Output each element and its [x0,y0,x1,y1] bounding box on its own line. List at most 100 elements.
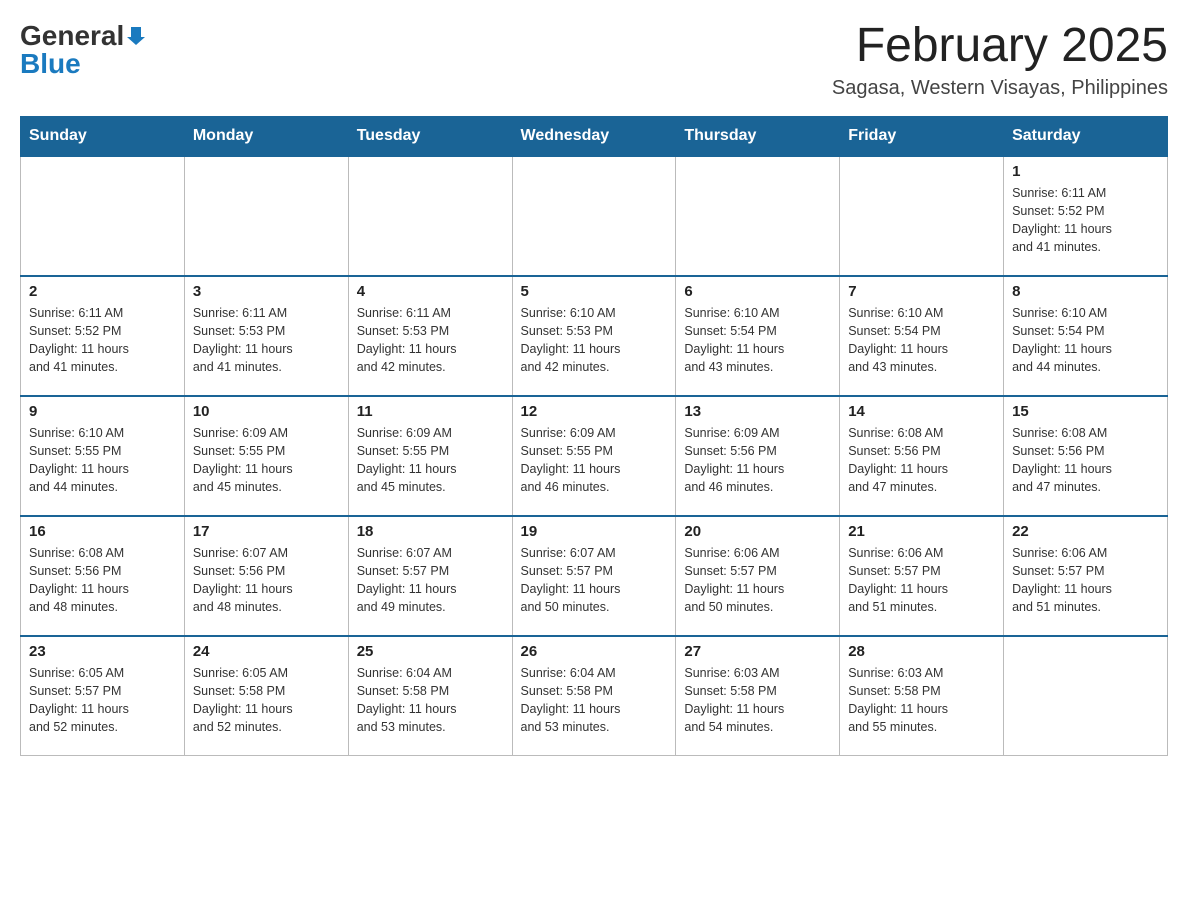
day-info: Sunrise: 6:08 AM Sunset: 5:56 PM Dayligh… [848,424,995,497]
day-number: 19 [521,523,668,540]
day-number: 7 [848,283,995,300]
day-info: Sunrise: 6:05 AM Sunset: 5:58 PM Dayligh… [193,664,340,737]
calendar-cell [1004,636,1168,756]
day-number: 23 [29,643,176,660]
day-info: Sunrise: 6:08 AM Sunset: 5:56 PM Dayligh… [1012,424,1159,497]
day-number: 28 [848,643,995,660]
day-of-week-monday: Monday [184,116,348,156]
day-of-week-saturday: Saturday [1004,116,1168,156]
calendar-cell: 1Sunrise: 6:11 AM Sunset: 5:52 PM Daylig… [1004,156,1168,276]
day-number: 2 [29,283,176,300]
day-info: Sunrise: 6:07 AM Sunset: 5:56 PM Dayligh… [193,544,340,617]
logo: General Blue [20,20,145,80]
calendar-cell: 16Sunrise: 6:08 AM Sunset: 5:56 PM Dayli… [21,516,185,636]
calendar-cell: 14 Sunrise: 6:08 AM Sunset: 5:56 PM Dayli… [840,396,1004,516]
calendar-cell: 15 Sunrise: 6:08 AM Sunset: 5:56 PM Dayli… [1004,396,1168,516]
day-number: 13 [684,403,831,420]
calendar-cell: 12 Sunrise: 6:09 AM Sunset: 5:55 PM Dayli… [512,396,676,516]
day-number: 5 [521,283,668,300]
day-number: 26 [521,643,668,660]
calendar-cell: 4 Sunrise: 6:11 AM Sunset: 5:53 PM Daylig… [348,276,512,396]
day-info: Sunrise: 6:11 AM Sunset: 5:53 PM Dayligh… [357,304,504,377]
day-info: Sunrise: 6:09 AM Sunset: 5:55 PM Dayligh… [357,424,504,497]
day-number: 14 [848,403,995,420]
day-number: 12 [521,403,668,420]
day-info: Sunrise: 6:07 AM Sunset: 5:57 PM Dayligh… [357,544,504,617]
day-info: Sunrise: 6:09 AM Sunset: 5:55 PM Dayligh… [193,424,340,497]
day-number: 3 [193,283,340,300]
day-number: 6 [684,283,831,300]
day-info: Sunrise: 6:03 AM Sunset: 5:58 PM Dayligh… [684,664,831,737]
page-header: General Blue February 2025 Sagasa, Weste… [20,20,1168,100]
day-number: 11 [357,403,504,420]
calendar-cell: 22 Sunrise: 6:06 AM Sunset: 5:57 PM Dayli… [1004,516,1168,636]
day-info: Sunrise: 6:11 AM Sunset: 5:53 PM Dayligh… [193,304,340,377]
day-of-week-wednesday: Wednesday [512,116,676,156]
day-number: 10 [193,403,340,420]
calendar-cell: 27 Sunrise: 6:03 AM Sunset: 5:58 PM Dayli… [676,636,840,756]
calendar-cell: 28 Sunrise: 6:03 AM Sunset: 5:58 PM Dayli… [840,636,1004,756]
calendar-cell: 17 Sunrise: 6:07 AM Sunset: 5:56 PM Dayli… [184,516,348,636]
calendar-table: SundayMondayTuesdayWednesdayThursdayFrid… [20,116,1168,757]
day-info: Sunrise: 6:06 AM Sunset: 5:57 PM Dayligh… [684,544,831,617]
day-info: Sunrise: 6:03 AM Sunset: 5:58 PM Dayligh… [848,664,995,737]
day-info: Sunrise: 6:04 AM Sunset: 5:58 PM Dayligh… [521,664,668,737]
day-info: Sunrise: 6:05 AM Sunset: 5:57 PM Dayligh… [29,664,176,737]
month-title: February 2025 [832,20,1168,73]
calendar-cell: 8Sunrise: 6:10 AM Sunset: 5:54 PM Daylig… [1004,276,1168,396]
day-info: Sunrise: 6:09 AM Sunset: 5:55 PM Dayligh… [521,424,668,497]
day-of-week-sunday: Sunday [21,116,185,156]
calendar-cell: 9Sunrise: 6:10 AM Sunset: 5:55 PM Daylig… [21,396,185,516]
day-number: 25 [357,643,504,660]
day-number: 17 [193,523,340,540]
calendar-cell: 20 Sunrise: 6:06 AM Sunset: 5:57 PM Dayli… [676,516,840,636]
day-info: Sunrise: 6:06 AM Sunset: 5:57 PM Dayligh… [1012,544,1159,617]
calendar-cell: 21 Sunrise: 6:06 AM Sunset: 5:57 PM Dayli… [840,516,1004,636]
day-number: 21 [848,523,995,540]
calendar-cell: 5 Sunrise: 6:10 AM Sunset: 5:53 PM Daylig… [512,276,676,396]
calendar-cell [512,156,676,276]
calendar-week-2: 2 Sunrise: 6:11 AM Sunset: 5:52 PM Daylig… [21,276,1168,396]
calendar-cell: 24 Sunrise: 6:05 AM Sunset: 5:58 PM Dayli… [184,636,348,756]
calendar-cell [348,156,512,276]
calendar-cell: 6 Sunrise: 6:10 AM Sunset: 5:54 PM Daylig… [676,276,840,396]
calendar-week-3: 9Sunrise: 6:10 AM Sunset: 5:55 PM Daylig… [21,396,1168,516]
day-info: Sunrise: 6:09 AM Sunset: 5:56 PM Dayligh… [684,424,831,497]
day-number: 27 [684,643,831,660]
day-info: Sunrise: 6:04 AM Sunset: 5:58 PM Dayligh… [357,664,504,737]
calendar-week-5: 23 Sunrise: 6:05 AM Sunset: 5:57 PM Dayli… [21,636,1168,756]
calendar-cell [676,156,840,276]
calendar-cell: 11 Sunrise: 6:09 AM Sunset: 5:55 PM Dayli… [348,396,512,516]
calendar-cell: 18Sunrise: 6:07 AM Sunset: 5:57 PM Dayli… [348,516,512,636]
calendar-body: 1Sunrise: 6:11 AM Sunset: 5:52 PM Daylig… [21,156,1168,756]
day-info: Sunrise: 6:11 AM Sunset: 5:52 PM Dayligh… [29,304,176,377]
day-info: Sunrise: 6:10 AM Sunset: 5:54 PM Dayligh… [684,304,831,377]
calendar-cell: 26 Sunrise: 6:04 AM Sunset: 5:58 PM Dayli… [512,636,676,756]
calendar-cell: 7 Sunrise: 6:10 AM Sunset: 5:54 PM Daylig… [840,276,1004,396]
days-of-week-row: SundayMondayTuesdayWednesdayThursdayFrid… [21,116,1168,156]
day-number: 16 [29,523,176,540]
calendar-cell: 3 Sunrise: 6:11 AM Sunset: 5:53 PM Daylig… [184,276,348,396]
calendar-cell: 2 Sunrise: 6:11 AM Sunset: 5:52 PM Daylig… [21,276,185,396]
logo-blue-text: Blue [20,48,81,80]
day-number: 4 [357,283,504,300]
title-block: February 2025 Sagasa, Western Visayas, P… [832,20,1168,100]
day-info: Sunrise: 6:06 AM Sunset: 5:57 PM Dayligh… [848,544,995,617]
day-info: Sunrise: 6:10 AM Sunset: 5:54 PM Dayligh… [1012,304,1159,377]
calendar-cell: 10 Sunrise: 6:09 AM Sunset: 5:55 PM Dayli… [184,396,348,516]
day-info: Sunrise: 6:07 AM Sunset: 5:57 PM Dayligh… [521,544,668,617]
day-number: 22 [1012,523,1159,540]
day-info: Sunrise: 6:10 AM Sunset: 5:54 PM Dayligh… [848,304,995,377]
calendar-cell [184,156,348,276]
day-number: 24 [193,643,340,660]
calendar-week-4: 16Sunrise: 6:08 AM Sunset: 5:56 PM Dayli… [21,516,1168,636]
calendar-cell: 13 Sunrise: 6:09 AM Sunset: 5:56 PM Dayli… [676,396,840,516]
day-info: Sunrise: 6:10 AM Sunset: 5:53 PM Dayligh… [521,304,668,377]
calendar-cell [21,156,185,276]
day-number: 20 [684,523,831,540]
location-subtitle: Sagasa, Western Visayas, Philippines [832,77,1168,100]
day-of-week-tuesday: Tuesday [348,116,512,156]
day-number: 15 [1012,403,1159,420]
calendar-cell: 23 Sunrise: 6:05 AM Sunset: 5:57 PM Dayli… [21,636,185,756]
calendar-cell: 25 Sunrise: 6:04 AM Sunset: 5:58 PM Dayli… [348,636,512,756]
